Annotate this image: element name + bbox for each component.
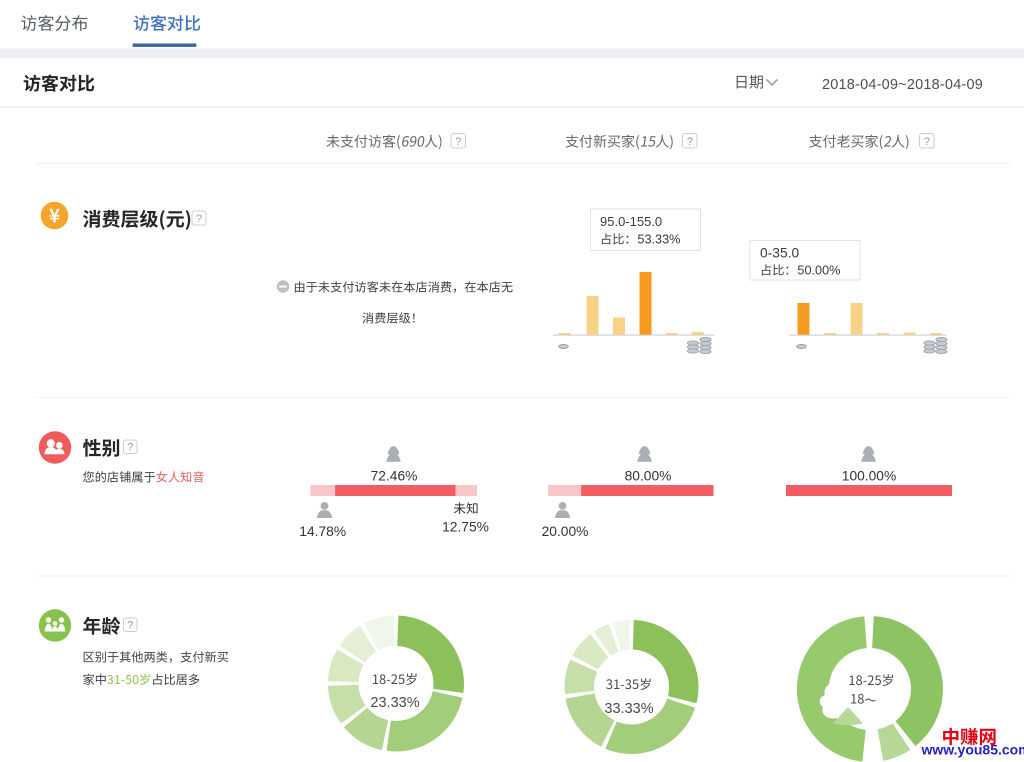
svg-text:0-35.0: 0-35.0 <box>760 246 799 261</box>
svg-text:100.00%: 100.00% <box>842 469 896 484</box>
svg-text:?: ? <box>196 213 202 225</box>
svg-text:2018-04-09~2018-04-09: 2018-04-09~2018-04-09 <box>822 77 983 93</box>
svg-text:33.33%: 33.33% <box>604 701 653 717</box>
svg-text:12.75%: 12.75% <box>442 520 489 535</box>
svg-text:14.78%: 14.78% <box>299 524 346 539</box>
svg-text:95.0-155.0: 95.0-155.0 <box>600 214 662 229</box>
svg-text:72.46%: 72.46% <box>371 469 418 484</box>
svg-text:www.you85.com: www.you85.com <box>921 742 1024 758</box>
svg-text:?: ? <box>127 442 133 454</box>
svg-text:53.33%: 53.33% <box>637 233 680 247</box>
svg-text:?: ? <box>455 136 461 148</box>
svg-text:?: ? <box>127 620 133 632</box>
svg-text:20.00%: 20.00% <box>542 524 589 539</box>
svg-text:50.00%: 50.00% <box>797 264 840 278</box>
svg-text:?: ? <box>687 136 693 148</box>
svg-text:?: ? <box>924 136 930 148</box>
svg-text:80.00%: 80.00% <box>625 469 672 484</box>
svg-text:23.33%: 23.33% <box>370 695 419 711</box>
